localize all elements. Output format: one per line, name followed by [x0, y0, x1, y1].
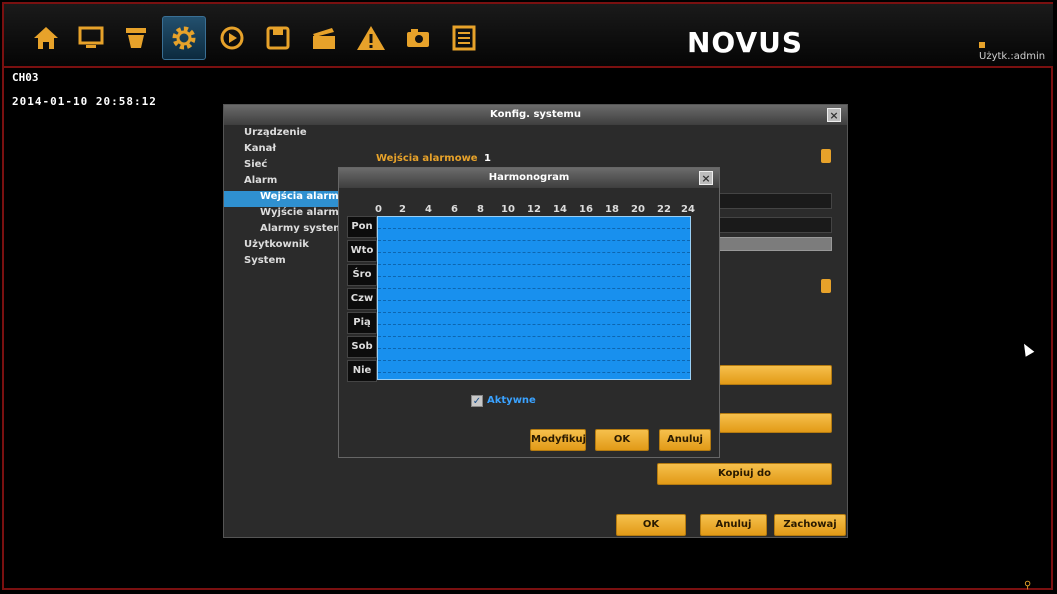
grid-line [378, 336, 690, 337]
active-label: Aktywne [487, 395, 536, 406]
hour-scale: 0 2 4 6 8 10 12 14 16 18 20 22 24 [375, 204, 695, 216]
hour-label: 12 [527, 204, 541, 215]
option-button[interactable] [719, 413, 832, 433]
warning-icon[interactable] [349, 16, 393, 60]
grid-line [378, 312, 690, 313]
list-icon[interactable] [442, 16, 486, 60]
hour-label: 24 [681, 204, 695, 215]
user-label: Użytk.:admin [979, 51, 1046, 62]
close-icon[interactable]: × [699, 171, 713, 185]
hour-label: 4 [425, 204, 432, 215]
tree-item-device[interactable]: Urządzenie [224, 127, 362, 143]
channel-label: CH03 [12, 71, 39, 84]
save-button[interactable]: Zachowaj [774, 514, 846, 536]
novus-logo: NOVUS [687, 26, 804, 59]
active-checkbox[interactable]: ✓ [471, 395, 483, 407]
grid-line [378, 324, 690, 325]
clapperboard-icon[interactable] [302, 16, 346, 60]
grid-line [378, 252, 690, 253]
hour-label: 6 [451, 204, 458, 215]
top-toolbar: NOVUS Użytk.:admin [4, 4, 1053, 68]
grid-line [378, 228, 690, 229]
weekday-list: Pon Wto Śro Czw Pią Sob Nie [347, 216, 377, 384]
schedule-title: Harmonogram [339, 168, 719, 188]
hour-label: 0 [375, 204, 382, 215]
hour-label: 2 [399, 204, 406, 215]
grid-line [378, 300, 690, 301]
grid-line [378, 276, 690, 277]
ok-button[interactable]: OK [616, 514, 686, 536]
modify-button[interactable]: Modyfikuj [530, 429, 586, 451]
user-icon [979, 42, 985, 48]
option-dropdown-icon[interactable] [821, 279, 831, 293]
hour-label: 10 [501, 204, 515, 215]
option-button[interactable] [719, 365, 832, 385]
user-indicator: Użytk.:admin [979, 40, 1053, 62]
day-label-tue[interactable]: Wto [347, 240, 377, 262]
home-icon[interactable] [24, 16, 68, 60]
gear-icon[interactable] [162, 16, 206, 60]
day-label-fri[interactable]: Pią [347, 312, 377, 334]
window-title: Konfig. systemu [224, 105, 847, 125]
schedule-window: Harmonogram × 0 2 4 6 8 10 12 14 16 18 2… [338, 167, 720, 458]
hour-label: 8 [477, 204, 484, 215]
alarm-input-label: Wejścia alarmowe [376, 153, 478, 164]
grid-line [378, 348, 690, 349]
schedule-ok-button[interactable]: OK [595, 429, 649, 451]
hour-label: 16 [579, 204, 593, 215]
schedule-grid[interactable] [377, 216, 691, 380]
hour-label: 18 [605, 204, 619, 215]
day-label-thu[interactable]: Czw [347, 288, 377, 310]
grid-line [378, 360, 690, 361]
settings-slider[interactable] [719, 237, 832, 251]
grid-line [378, 264, 690, 265]
copy-to-button[interactable]: Kopiuj do [657, 463, 832, 485]
day-label-wed[interactable]: Śro [347, 264, 377, 286]
play-icon[interactable] [210, 16, 254, 60]
alarm-input-dropdown-icon[interactable] [821, 149, 831, 163]
close-icon[interactable]: × [827, 108, 841, 122]
grid-line [378, 372, 690, 373]
camera-icon[interactable] [114, 16, 158, 60]
hour-label: 14 [553, 204, 567, 215]
cancel-button[interactable]: Anuluj [700, 514, 767, 536]
day-label-mon[interactable]: Pon [347, 216, 377, 238]
tree-item-channel[interactable]: Kanał [224, 143, 362, 159]
settings-field[interactable] [719, 193, 832, 209]
settings-field[interactable] [719, 217, 832, 233]
day-label-sat[interactable]: Sob [347, 336, 377, 358]
schedule-cancel-button[interactable]: Anuluj [659, 429, 711, 451]
hour-label: 20 [631, 204, 645, 215]
save-icon[interactable] [256, 16, 300, 60]
grid-line [378, 240, 690, 241]
zoom-icon[interactable]: ⚲ [1024, 580, 1031, 591]
grid-line [378, 288, 690, 289]
datetime-overlay: 2014-01-10 20:58:12 [12, 95, 157, 108]
alarm-input-value[interactable]: 1 [484, 153, 491, 164]
monitor-icon[interactable] [69, 16, 113, 60]
hour-label: 22 [657, 204, 671, 215]
day-label-sun[interactable]: Nie [347, 360, 377, 382]
photo-icon[interactable] [396, 16, 440, 60]
